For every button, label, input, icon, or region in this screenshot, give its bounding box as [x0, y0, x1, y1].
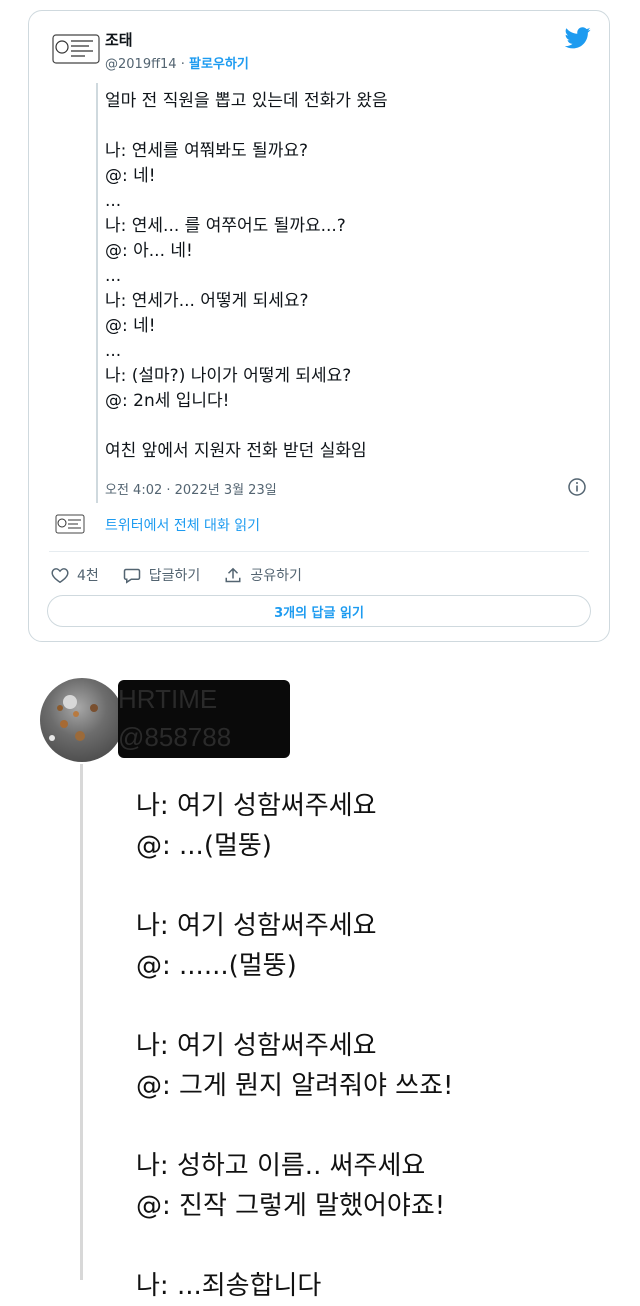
- divider: [49, 551, 589, 552]
- reply-avatar-photo: [40, 678, 124, 762]
- meta-separator: ·: [176, 57, 189, 72]
- twitter-logo-icon[interactable]: [565, 27, 591, 49]
- read-full-conversation-link[interactable]: 트위터에서 전체 대화 읽기: [105, 515, 260, 535]
- author-name[interactable]: 조태: [105, 29, 133, 50]
- share-label: 공유하기: [250, 568, 302, 584]
- follow-button[interactable]: 팔로우하기: [189, 57, 249, 72]
- share-icon: [225, 567, 241, 582]
- redacted-handle: @858788: [118, 722, 232, 752]
- share-button[interactable]: 공유하기: [224, 565, 302, 585]
- reply-button[interactable]: 답글하기: [123, 565, 201, 585]
- reply-label: 답글하기: [148, 568, 201, 584]
- tweet-text: 얼마 전 직원을 뽑고 있는데 전화가 왔음 나: 연세를 여쭤봐도 될까요? …: [105, 91, 388, 461]
- redacted-name: HRTIME: [118, 684, 218, 714]
- reply-text: 나: 여기 성함써주세요 @: ...(멀뚱) 나: 여기 성함써주세요 @: …: [136, 791, 454, 1301]
- redacted-user-text: HRTIME @858788: [118, 680, 290, 756]
- profile-avatar-cartoon[interactable]: [51, 31, 101, 67]
- thread-line: [96, 83, 98, 503]
- tweet-actions: 4천 답글하기 공유하기: [51, 563, 326, 587]
- author-handle[interactable]: @2019ff14: [105, 57, 177, 72]
- info-icon[interactable]: [567, 477, 587, 497]
- avatar-texture: [49, 695, 98, 741]
- tweet-card: 조태 @2019ff14 · 팔로우하기 얼마 전 직원을 뽑고 있는데 전화가…: [28, 10, 610, 642]
- heart-icon: [51, 568, 69, 583]
- author-meta: @2019ff14 · 팔로우하기: [105, 53, 249, 72]
- reply-thread-line: [80, 764, 83, 1280]
- read-replies-button[interactable]: 3개의 답글 읽기: [47, 595, 591, 627]
- like-count: 4천: [77, 568, 99, 584]
- conversation-avatar: [55, 514, 85, 534]
- like-button[interactable]: 4천: [51, 565, 99, 585]
- tweet-timestamp[interactable]: 오전 4:02 · 2022년 3월 23일: [105, 479, 277, 498]
- reply-bubble-icon: [123, 568, 141, 584]
